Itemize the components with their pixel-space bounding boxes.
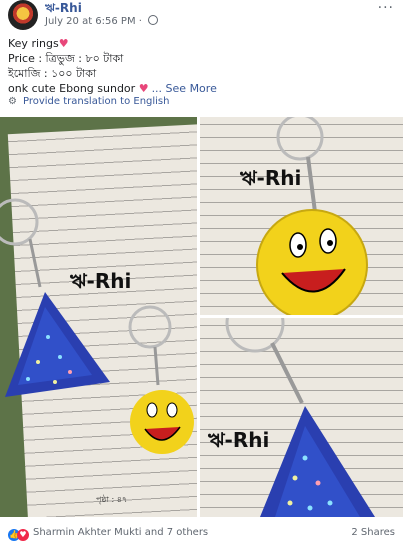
shares-count[interactable]: 2 Shares (351, 527, 395, 538)
post-text: Key rings♥ Price : ত্রিভুজ : ৮০ টাকা ইমো… (8, 36, 393, 96)
post-header: ঋ-Rhi July 20 at 6:56 PM · ··· (8, 0, 398, 30)
heart-icon: ♥ (138, 82, 149, 95)
triangle-illustration (225, 318, 375, 517)
globe-icon (148, 15, 159, 25)
post-text-line: Price : ত্রিভুজ : ৮০ টাকা (8, 52, 124, 65)
photo-emoji-keyring[interactable]: ঋ-Rhi (200, 117, 403, 315)
more-options-button[interactable]: ··· (378, 0, 394, 16)
heart-icon: ♥ (58, 37, 69, 50)
post-text-line: onk cute Ebong sundor ♥... See More (8, 82, 217, 95)
post-card: ঋ-Rhi July 20 at 6:56 PM · ··· Key rings… (0, 0, 403, 555)
translate-link[interactable]: ⚙ Provide translation to English (8, 96, 169, 107)
photo-triangle-closeup[interactable]: ঋ-Rhi (200, 318, 403, 517)
post-footer: 👍♥ Sharmin Akhter Mukti and 7 others 2 Sh… (8, 524, 395, 544)
meta-separator: · (138, 16, 142, 27)
post-text-line: Key rings♥ (8, 37, 69, 50)
love-icon: ♥ (17, 529, 29, 541)
page-avatar[interactable] (8, 0, 38, 30)
photo-triangle-keyring[interactable]: ঋ-Rhi পৃষ্ঠা : ৪৭ (0, 117, 197, 517)
emoji-illustration (256, 117, 368, 315)
keyrings-illustration (0, 198, 194, 454)
gear-icon: ⚙ (8, 96, 17, 107)
post-text-line: ইমোজি : ১০০ টাকা (8, 67, 97, 80)
photo-grid: ঋ-Rhi পৃষ্ঠা : ৪৭ ঋ-Rhi ঋ-Rhi (0, 117, 403, 517)
post-timestamp[interactable]: July 20 at 6:56 PM (45, 16, 136, 27)
reactions-summary[interactable]: 👍♥ Sharmin Akhter Mukti and 7 others (8, 527, 208, 541)
post-meta: July 20 at 6:56 PM · (45, 15, 159, 27)
see-more-link[interactable]: ... See More (152, 82, 217, 95)
